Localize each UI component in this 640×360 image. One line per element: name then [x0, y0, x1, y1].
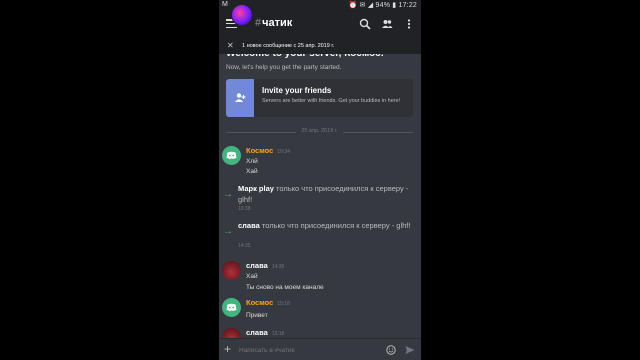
server-avatar[interactable]	[231, 4, 253, 26]
timestamp: 15:18	[277, 301, 290, 307]
add-attachment-icon[interactable]: +	[224, 342, 231, 356]
members-icon[interactable]	[381, 18, 393, 30]
channel-title: #чатик	[255, 17, 292, 29]
invite-friends-card[interactable]: Invite your friends Servers are better w…	[226, 79, 413, 117]
message-author[interactable]: Космос 15:18	[246, 298, 290, 307]
header-actions	[359, 18, 415, 30]
hash-icon: #	[255, 17, 262, 29]
message-author[interactable]: слава 14:35	[246, 261, 284, 270]
message-text: Хай	[246, 168, 258, 175]
status-left: M	[222, 1, 228, 8]
close-icon[interactable]: ✕	[227, 41, 234, 50]
author-name: слава	[246, 261, 268, 270]
join-text: слава только что присоединился к серверу…	[238, 220, 416, 231]
discord-avatar[interactable]	[222, 298, 241, 317]
join-arrow-icon: →	[223, 189, 233, 200]
timestamp: 14:35	[271, 264, 285, 270]
welcome-subtitle: Now, let's help you get the party starte…	[226, 64, 342, 71]
join-user[interactable]: слава	[238, 221, 260, 230]
discord-icon	[226, 303, 237, 311]
message-text: Ты сново на моем канале	[246, 284, 324, 291]
search-icon[interactable]	[359, 18, 371, 30]
discord-icon	[226, 151, 237, 159]
date-divider: 25 апр. 2019 г.	[226, 128, 413, 136]
invite-title: Invite your friends	[262, 86, 332, 95]
message-input[interactable]	[239, 344, 379, 356]
timestamp: 10:38	[238, 206, 251, 212]
user-avatar[interactable]	[222, 261, 241, 280]
banner-text: 1 новое сообщение с 25 апр. 2019 г.	[242, 43, 335, 49]
author-name: Космос	[246, 298, 274, 307]
add-friend-icon	[226, 79, 254, 117]
channel-header: #чатик	[219, 4, 421, 38]
phone-screen: M ⏰ ✉ ◢ 94% ▮ 17:22 #чатик Welcome to yo…	[219, 0, 421, 360]
timestamp: 14:35	[238, 243, 251, 249]
author-name: слава	[246, 328, 268, 337]
more-vert-icon[interactable]	[403, 18, 415, 30]
timestamp: 15:18	[271, 331, 285, 337]
send-icon[interactable]	[405, 345, 415, 355]
join-text: Марк play только что присоединился к сер…	[238, 183, 416, 205]
discord-avatar[interactable]	[222, 146, 241, 165]
message-composer: +	[219, 338, 421, 360]
message-author[interactable]: Космос 10:34	[246, 146, 290, 155]
new-messages-banner[interactable]: ✕ 1 новое сообщение с 25 апр. 2019 г.	[219, 38, 421, 54]
join-user[interactable]: Марк play	[238, 184, 274, 193]
emoji-icon[interactable]	[386, 345, 396, 355]
timestamp: 10:34	[277, 149, 290, 155]
message-text: Хлй	[246, 158, 258, 165]
author-name: Космос	[246, 146, 274, 155]
invite-description: Servers are better with friends. Get you…	[262, 98, 401, 104]
message-author[interactable]: слава 15:18	[246, 328, 284, 337]
message-text: Хай	[246, 273, 258, 280]
message-text: Привет	[246, 312, 268, 319]
join-rest: только что присоединился к серверу - glh…	[259, 221, 411, 230]
join-arrow-icon: →	[223, 226, 233, 237]
channel-name: чатик	[262, 17, 293, 29]
status-right: ⏰ ✉ ◢ 94% ▮ 17:22	[348, 2, 417, 9]
